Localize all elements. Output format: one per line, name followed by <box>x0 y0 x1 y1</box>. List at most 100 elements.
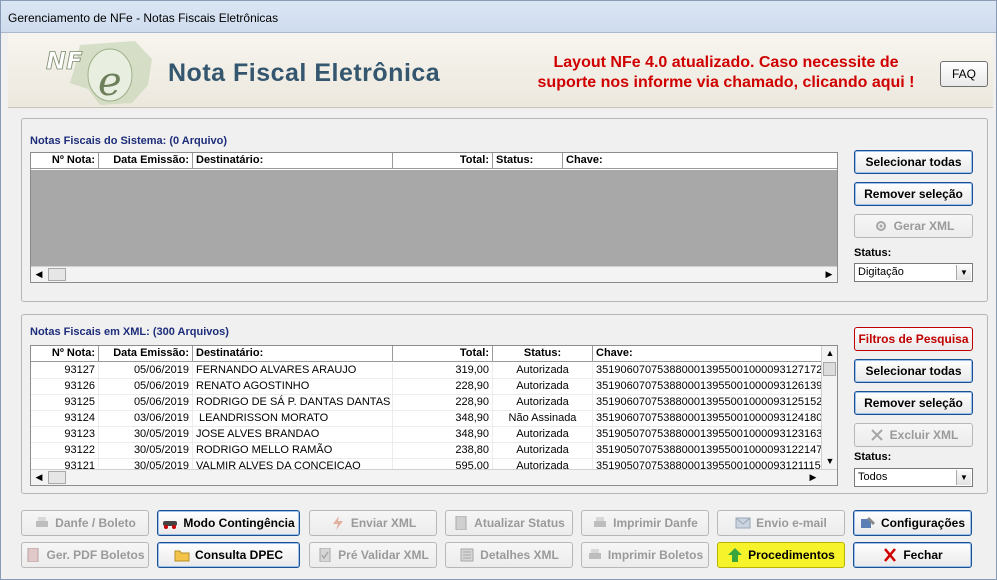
cell-data: 30/05/2019 <box>99 427 193 443</box>
update-status-button[interactable]: Atualizar Status <box>445 510 573 536</box>
col-data-emissao[interactable]: Data Emissão: <box>99 346 193 362</box>
delete-xml-button[interactable]: Excluir XML <box>854 423 973 447</box>
pdf-icon <box>25 547 41 563</box>
logo-nf-text: NF <box>46 47 83 75</box>
cell-status: Autorizada <box>493 443 593 459</box>
xml-details-label: Detalhes XML <box>480 548 559 562</box>
col-total[interactable]: Total: <box>393 153 493 169</box>
xml-select-all-button[interactable]: Selecionar todas <box>854 359 973 383</box>
cell-numero: 93125 <box>31 395 99 411</box>
xml-details-button[interactable]: Detalhes XML <box>445 542 573 568</box>
system-notes-grid[interactable]: Nº Nota: Data Emissão: Destinatário: Tot… <box>30 152 838 283</box>
col-numero[interactable]: Nº Nota: <box>31 346 99 362</box>
send-email-button[interactable]: Envio e-mail <box>717 510 845 536</box>
scroll-up-icon[interactable]: ▲ <box>822 346 837 361</box>
cell-chave: 351906070753880001395500100009312613931 <box>593 379 823 395</box>
table-row[interactable]: 93124 03/06/2019 LEANDRISSON MORATO 348,… <box>31 411 823 427</box>
cell-data: 03/06/2019 <box>99 411 193 427</box>
table-row[interactable]: 93126 05/06/2019 RENATO AGOSTINHO 228,90… <box>31 379 823 395</box>
arrow-up-icon <box>727 548 743 562</box>
close-button[interactable]: Fechar <box>853 542 972 568</box>
col-destinatario[interactable]: Destinatário: <box>193 346 393 362</box>
cell-chave: 351906070753880001395500100009312418051 <box>593 411 823 427</box>
search-filters-button[interactable]: Filtros de Pesquisa <box>854 327 973 351</box>
col-total[interactable]: Total: <box>393 346 493 362</box>
table-row[interactable]: 93122 30/05/2019 RODRIGO MELLO RAMÃO 238… <box>31 443 823 459</box>
generate-pdf-boletos-button[interactable]: Ger. PDF Boletos <box>21 542 149 568</box>
scroll-thumb[interactable] <box>48 471 66 484</box>
pre-validate-xml-label: Pré Validar XML <box>338 548 429 562</box>
cell-numero: 93123 <box>31 427 99 443</box>
danfe-boleto-button[interactable]: Danfe / Boleto <box>21 510 149 536</box>
col-numero[interactable]: Nº Nota: <box>31 153 99 169</box>
print-danfe-button[interactable]: Imprimir Danfe <box>581 510 709 536</box>
system-status-label: Status: <box>854 247 892 259</box>
system-status-select[interactable]: Digitação ▼ <box>854 263 973 282</box>
scroll-thumb[interactable] <box>48 268 66 281</box>
xml-notes-grid[interactable]: Nº Nota: Data Emissão: Destinatário: Tot… <box>30 345 838 486</box>
send-xml-button[interactable]: Enviar XML <box>309 510 437 536</box>
col-data-emissao[interactable]: Data Emissão: <box>99 153 193 169</box>
cell-status: Autorizada <box>493 395 593 411</box>
table-row[interactable]: 93123 30/05/2019 JOSE ALVES BRANDAO 348,… <box>31 427 823 443</box>
settings-button[interactable]: Configurações <box>853 510 972 536</box>
xml-status-value: Todos <box>858 471 888 483</box>
cell-numero: 93124 <box>31 411 99 427</box>
cell-chave: 351906070753880001395500100009312515201 <box>593 395 823 411</box>
system-remove-selection-button[interactable]: Remover seleção <box>854 182 973 206</box>
xml-notes-vscrollbar[interactable]: ▲ ▼ <box>821 346 837 469</box>
generate-pdf-boletos-label: Ger. PDF Boletos <box>46 548 145 562</box>
system-select-all-button[interactable]: Selecionar todas <box>854 150 973 174</box>
print-boletos-button[interactable]: Imprimir Boletos <box>581 542 709 568</box>
generate-xml-button[interactable]: Gerar XML <box>854 214 973 238</box>
system-status-value: Digitação <box>858 266 904 278</box>
col-status[interactable]: Status: <box>493 153 563 169</box>
cell-destinatario: LEANDRISSON MORATO <box>193 411 393 427</box>
xml-notes-header: Nº Nota: Data Emissão: Destinatário: Tot… <box>31 346 823 362</box>
col-chave[interactable]: Chave: <box>593 346 823 362</box>
scroll-thumb[interactable] <box>823 362 836 376</box>
chevron-down-icon[interactable]: ▼ <box>956 265 971 280</box>
consulta-dpec-button[interactable]: Consulta DPEC <box>157 542 300 568</box>
delete-xml-label: Excluir XML <box>889 428 959 442</box>
printer-icon <box>587 548 603 562</box>
document-icon <box>453 515 469 531</box>
scroll-right-icon[interactable]: ▶ <box>821 267 837 282</box>
scroll-right-icon[interactable]: ▶ <box>805 470 821 485</box>
xml-notes-hscrollbar[interactable]: ◀ ▶ <box>31 469 837 485</box>
check-document-icon <box>317 547 333 563</box>
pre-validate-xml-button[interactable]: Pré Validar XML <box>309 542 437 568</box>
cell-total: 238,80 <box>393 443 493 459</box>
xml-remove-selection-button[interactable]: Remover seleção <box>854 391 973 415</box>
cell-data: 30/05/2019 <box>99 443 193 459</box>
cell-total: 228,90 <box>393 395 493 411</box>
cell-data: 05/06/2019 <box>99 379 193 395</box>
cell-status: Autorizada <box>493 427 593 443</box>
col-status[interactable]: Status: <box>493 346 593 362</box>
cell-chave: 351905070753880001395500100009312214731 <box>593 443 823 459</box>
folder-search-icon <box>174 548 190 562</box>
printer-icon <box>34 516 50 530</box>
cell-numero: 93127 <box>31 363 99 379</box>
system-notes-hscrollbar[interactable]: ◀ ▶ <box>31 266 837 282</box>
scroll-down-icon[interactable]: ▼ <box>822 454 837 469</box>
procedures-button[interactable]: Procedimentos <box>717 542 845 568</box>
close-icon <box>882 548 898 562</box>
table-row[interactable]: 93127 05/06/2019 FERNANDO ALVARES ARAUJO… <box>31 363 823 379</box>
title-bar: Gerenciamento de NFe - Notas Fiscais Ele… <box>1 1 996 33</box>
col-destinatario[interactable]: Destinatário: <box>193 153 393 169</box>
scroll-left-icon[interactable]: ◀ <box>31 470 47 485</box>
cell-total: 348,90 <box>393 427 493 443</box>
support-notice-link[interactable]: Layout NFe 4.0 atualizado. Caso necessit… <box>516 53 936 93</box>
consulta-dpec-label: Consulta DPEC <box>194 548 283 562</box>
faq-button[interactable]: FAQ <box>940 61 988 87</box>
scroll-left-icon[interactable]: ◀ <box>31 267 47 282</box>
table-row[interactable]: 93125 05/06/2019 RODRIGO DE SÁ P. DANTAS… <box>31 395 823 411</box>
xml-status-select[interactable]: Todos ▼ <box>854 468 973 487</box>
send-email-label: Envio e-mail <box>756 516 827 530</box>
col-chave[interactable]: Chave: <box>563 153 837 169</box>
danfe-boleto-label: Danfe / Boleto <box>55 516 136 530</box>
chevron-down-icon[interactable]: ▼ <box>956 470 971 485</box>
contingency-mode-button[interactable]: Modo Contingência <box>157 510 300 536</box>
system-notes-header: Nº Nota: Data Emissão: Destinatário: Tot… <box>31 153 837 169</box>
